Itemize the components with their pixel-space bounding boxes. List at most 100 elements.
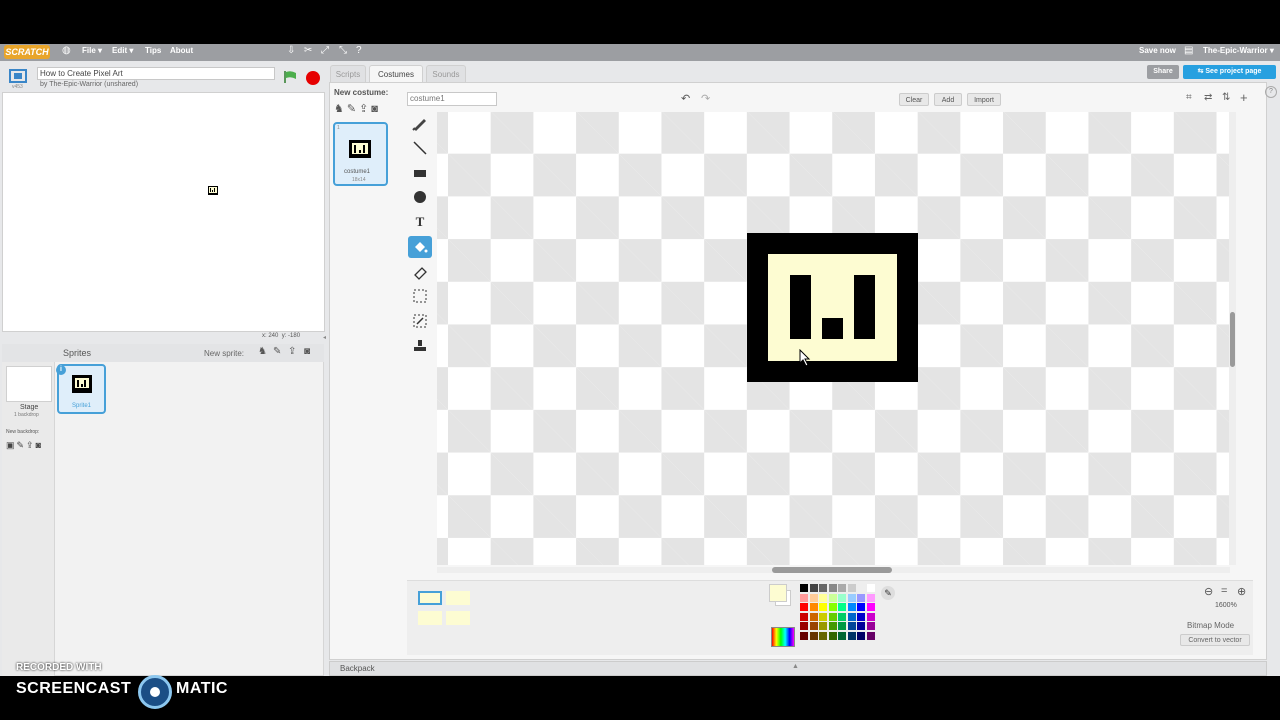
color-picker-icon[interactable]: [771, 627, 795, 647]
color-swatch[interactable]: [838, 631, 846, 640]
my-stuff-icon[interactable]: ▤: [1184, 45, 1193, 56]
color-swatch[interactable]: [857, 622, 865, 630]
color-swatch[interactable]: [809, 612, 818, 621]
edit-menu[interactable]: Edit ▾: [112, 46, 133, 55]
vertical-scrollbar[interactable]: [1229, 112, 1236, 565]
color-swatch[interactable]: [866, 593, 875, 602]
zoom-in-icon[interactable]: ⊕: [1237, 585, 1246, 598]
color-swatch[interactable]: [847, 622, 856, 630]
color-swatch[interactable]: [838, 593, 846, 602]
stage-thumbnail[interactable]: [6, 366, 52, 402]
color-swatch[interactable]: [857, 584, 865, 592]
horizontal-scrollbar[interactable]: [437, 567, 1230, 573]
color-swatch[interactable]: [866, 584, 875, 592]
color-swatch[interactable]: [819, 622, 827, 630]
color-swatch[interactable]: [819, 584, 827, 592]
zoom-reset-icon[interactable]: =: [1221, 585, 1227, 597]
undo-icon[interactable]: ↶: [681, 92, 690, 105]
color-swatch[interactable]: [800, 584, 808, 592]
color-swatch[interactable]: [819, 612, 827, 621]
color-swatch[interactable]: [819, 631, 827, 640]
brush-size-option[interactable]: [446, 611, 470, 625]
color-swatch[interactable]: [847, 584, 856, 592]
color-swatches[interactable]: [800, 584, 876, 648]
redo-icon[interactable]: ↷: [701, 92, 710, 105]
upload-sprite-icon[interactable]: ⇪: [288, 346, 296, 357]
color-swatch[interactable]: [828, 584, 837, 592]
project-title-input[interactable]: How to Create Pixel Art: [37, 67, 275, 80]
horizontal-scroll-thumb[interactable]: [772, 567, 892, 573]
color-swatch[interactable]: [800, 631, 808, 640]
costume1-thumbnail[interactable]: 1 costume1 18x14: [333, 122, 388, 186]
globe-icon[interactable]: ◍: [62, 45, 71, 56]
color-swatch[interactable]: [857, 612, 865, 621]
color-swatch[interactable]: [866, 631, 875, 640]
color-swatch[interactable]: [828, 603, 837, 611]
shrink-icon[interactable]: ⤡: [339, 45, 347, 56]
set-center-icon[interactable]: +: [1240, 90, 1248, 105]
backdrop-tools[interactable]: ▣✎⇪◙: [6, 440, 43, 451]
paint-canvas[interactable]: [437, 112, 1230, 565]
select-tool[interactable]: [408, 285, 432, 307]
convert-to-vector-button[interactable]: Convert to vector: [1180, 634, 1250, 646]
share-button[interactable]: Share: [1147, 65, 1179, 79]
color-swatch[interactable]: [838, 584, 846, 592]
tab-scripts[interactable]: Scripts: [330, 65, 366, 82]
remove-background-tool[interactable]: [408, 310, 432, 332]
scratch-logo[interactable]: SCRATCH: [4, 45, 50, 59]
color-swatch[interactable]: [857, 603, 865, 611]
color-swatch[interactable]: [800, 593, 808, 602]
color-swatch[interactable]: [828, 622, 837, 630]
delete-icon[interactable]: ✂: [304, 45, 312, 56]
color-swatch[interactable]: [800, 622, 808, 630]
camera-sprite-icon[interactable]: ◙: [304, 346, 310, 357]
color-swatch[interactable]: [809, 622, 818, 630]
stamp-tool[interactable]: [408, 335, 432, 357]
text-tool[interactable]: T: [408, 211, 432, 233]
color-swatch[interactable]: [847, 593, 856, 602]
color-swatch[interactable]: [809, 603, 818, 611]
tab-costumes[interactable]: Costumes: [369, 65, 423, 82]
color-swatch[interactable]: [819, 603, 827, 611]
color-swatch[interactable]: [866, 603, 875, 611]
costume-name-input[interactable]: costume1: [407, 92, 497, 106]
brush-tool[interactable]: [408, 112, 432, 134]
help-icon[interactable]: ?: [356, 45, 362, 56]
info-icon[interactable]: i: [56, 365, 66, 375]
color-swatch[interactable]: [866, 612, 875, 621]
color-swatch[interactable]: [847, 631, 856, 640]
stop-icon[interactable]: [306, 71, 320, 85]
eraser-tool[interactable]: [408, 261, 432, 283]
color-swatch[interactable]: [847, 612, 856, 621]
new-costume-tools[interactable]: ♞✎⇪◙: [334, 102, 381, 115]
color-swatch[interactable]: [838, 603, 846, 611]
brush-size-option[interactable]: [418, 611, 442, 625]
tab-sounds[interactable]: Sounds: [426, 65, 466, 82]
flip-horizontal-icon[interactable]: ⇄: [1204, 92, 1212, 103]
file-menu[interactable]: File ▾: [82, 46, 102, 55]
stage-canvas[interactable]: [2, 92, 325, 332]
duplicate-icon[interactable]: ⇩: [287, 45, 295, 56]
brush-size-option[interactable]: [418, 591, 442, 605]
ellipse-tool[interactable]: [408, 186, 432, 208]
color-swatch[interactable]: [800, 612, 808, 621]
color-swatch[interactable]: [857, 631, 865, 640]
color-swatch[interactable]: [809, 584, 818, 592]
grow-icon[interactable]: ⤢: [321, 45, 329, 56]
flip-vertical-icon[interactable]: ⇅: [1222, 92, 1230, 103]
color-swatch[interactable]: [800, 603, 808, 611]
about-menu[interactable]: About: [170, 46, 193, 55]
zoom-out-icon[interactable]: ⊖: [1204, 585, 1213, 598]
color-swatch[interactable]: [828, 593, 837, 602]
color-swatch[interactable]: [866, 622, 875, 630]
color-swatch[interactable]: [847, 603, 856, 611]
add-button[interactable]: Add: [934, 93, 962, 106]
import-button[interactable]: Import: [967, 93, 1001, 106]
paint-sprite-icon[interactable]: ✎: [273, 346, 281, 357]
fill-tool[interactable]: [408, 236, 432, 258]
color-swatch[interactable]: [838, 612, 846, 621]
save-now-link[interactable]: Save now: [1139, 46, 1176, 55]
see-project-page-button[interactable]: ⇆ See project page: [1183, 65, 1276, 79]
color-swatch[interactable]: [809, 631, 818, 640]
brush-size-option[interactable]: [446, 591, 470, 605]
